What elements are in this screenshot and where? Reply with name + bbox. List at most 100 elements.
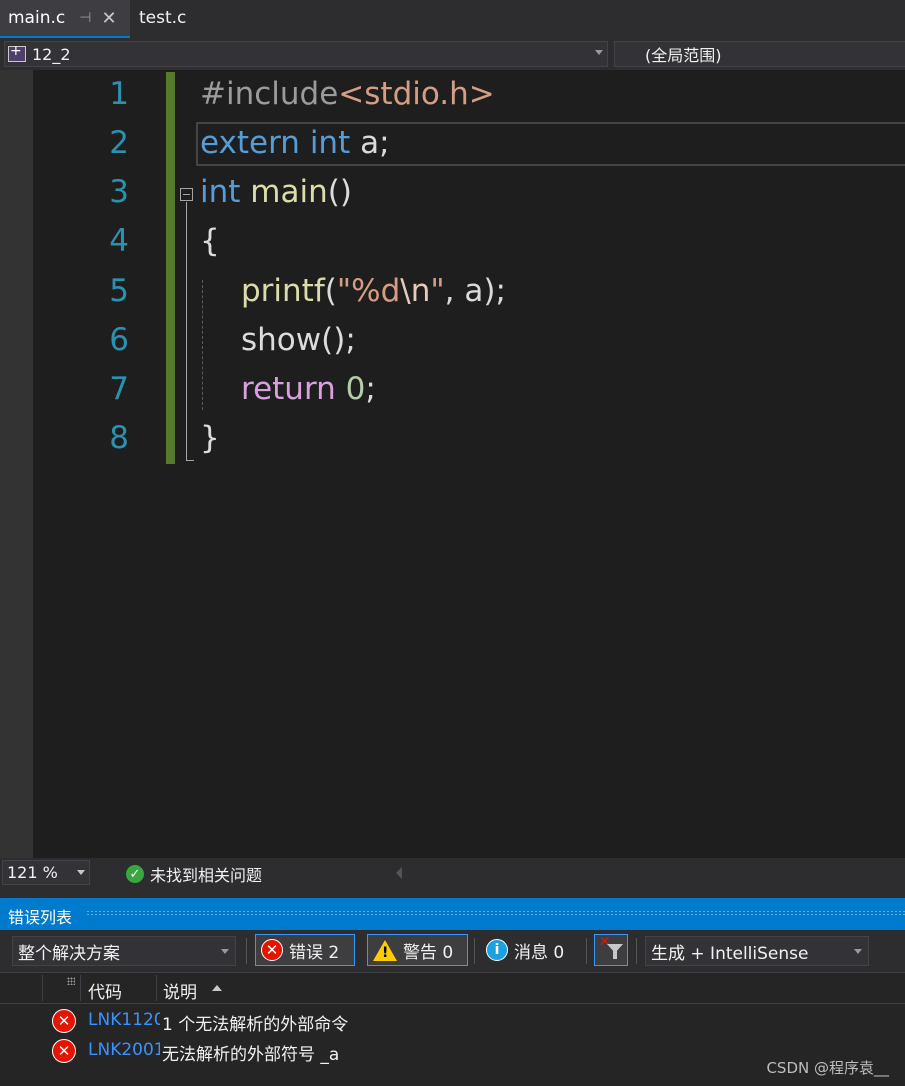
error-list-rows: ✕ LNK1120 1 个无法解析的外部命令 ✕ LNK2001 无法解析的外部… bbox=[0, 1004, 905, 1086]
error-icon: ✕ bbox=[261, 939, 283, 961]
code-line-7: return 0; bbox=[241, 371, 376, 407]
scroll-left-icon[interactable] bbox=[396, 867, 402, 879]
keyword: extern bbox=[200, 125, 300, 161]
error-code[interactable]: LNK2001 bbox=[88, 1040, 160, 1060]
warnings-label: 警告 0 bbox=[403, 942, 454, 963]
messages-filter-button[interactable]: i 消息 0 bbox=[480, 934, 580, 966]
string-literal: "%d bbox=[336, 273, 401, 309]
toolbar-separator bbox=[246, 938, 247, 964]
warning-icon: ! bbox=[373, 939, 397, 961]
error-icon: ✕ bbox=[52, 1009, 76, 1033]
code-text: show bbox=[241, 322, 322, 358]
error-list-header: 错误列表 bbox=[0, 898, 905, 930]
code-text: a; bbox=[350, 125, 390, 161]
tab-label: test.c bbox=[139, 8, 187, 28]
issues-text: 未找到相关问题 bbox=[150, 866, 263, 885]
control-keyword: return bbox=[241, 371, 336, 407]
code-text: ( bbox=[324, 273, 337, 309]
code-line-5: printf("%d\n", a); bbox=[241, 273, 506, 309]
sort-ascending-icon bbox=[212, 985, 222, 991]
error-code[interactable]: LNK1120 bbox=[88, 1010, 160, 1030]
line-number: 2 bbox=[109, 125, 129, 161]
collapse-icon[interactable] bbox=[180, 188, 193, 201]
line-number: 8 bbox=[109, 420, 129, 456]
code-line-6: show(); bbox=[241, 322, 356, 358]
project-name: 12_2 bbox=[32, 44, 71, 64]
keyword: int bbox=[309, 125, 351, 161]
code-text: ; bbox=[365, 371, 376, 407]
code-text: () bbox=[327, 174, 352, 210]
chevron-down-icon[interactable] bbox=[77, 870, 85, 875]
filter-clear-icon: ✕ bbox=[597, 934, 625, 964]
project-dropdown[interactable]: 12_2 bbox=[4, 41, 608, 67]
build-source-dropdown[interactable]: 生成 + IntelliSense bbox=[645, 936, 869, 966]
scope-name: (全局范围) bbox=[645, 46, 722, 65]
error-list-toolbar: 整个解决方案 ✕ 错误 2 ! 警告 0 i 消息 0 ✕ 生成 + Intel… bbox=[0, 930, 905, 972]
column-separator bbox=[80, 975, 81, 1001]
chevron-down-icon[interactable] bbox=[595, 50, 603, 55]
errors-filter-button[interactable]: ✕ 错误 2 bbox=[255, 934, 355, 966]
error-list-column-header: 代码 说明 bbox=[0, 972, 905, 1004]
code-editor[interactable]: 1 2 3 4 5 6 7 8 #include<stdio.h> extern… bbox=[0, 70, 905, 858]
scope-filter-dropdown[interactable]: 整个解决方案 bbox=[12, 936, 236, 966]
zoom-level: 121 % bbox=[7, 863, 58, 882]
line-number: 4 bbox=[109, 223, 129, 259]
close-icon[interactable]: ✕ bbox=[101, 8, 116, 29]
line-number: 1 bbox=[109, 76, 129, 112]
error-icon: ✕ bbox=[52, 1039, 76, 1063]
issues-indicator[interactable]: ✓ 未找到相关问题 bbox=[126, 862, 262, 886]
zoom-dropdown[interactable]: 121 % bbox=[2, 860, 90, 885]
error-description: 1 个无法解析的外部命令 bbox=[162, 1015, 349, 1035]
indicator-margin bbox=[0, 70, 33, 858]
code-text: , a); bbox=[444, 273, 506, 309]
scope-filter-value: 整个解决方案 bbox=[18, 943, 120, 964]
code-text: } bbox=[200, 420, 220, 456]
indent-guide bbox=[202, 280, 203, 410]
chevron-down-icon[interactable] bbox=[854, 949, 862, 954]
document-tab-bar: main.c ⊣ ✕ test.c bbox=[0, 0, 905, 38]
clear-filter-button[interactable]: ✕ bbox=[594, 934, 628, 966]
include-header: <stdio.h> bbox=[338, 76, 495, 112]
toolbar-separator bbox=[636, 938, 637, 964]
column-separator bbox=[156, 975, 157, 1001]
outline-line bbox=[186, 202, 187, 460]
pin-icon[interactable]: ⊣ bbox=[79, 10, 91, 26]
line-number: 7 bbox=[109, 371, 129, 407]
column-separator bbox=[42, 975, 43, 1001]
tab-label: main.c bbox=[8, 8, 66, 28]
code-line-1: #include<stdio.h> bbox=[200, 76, 495, 112]
watermark: CSDN @程序袁__ bbox=[766, 1059, 889, 1077]
column-chooser-icon[interactable] bbox=[67, 977, 75, 985]
string-literal: " bbox=[430, 273, 445, 309]
column-header-description[interactable]: 说明 bbox=[163, 978, 197, 1003]
build-source-value: 生成 + IntelliSense bbox=[651, 943, 809, 964]
code-line-3: int main() bbox=[200, 174, 352, 210]
line-number: 5 bbox=[109, 273, 129, 309]
check-icon: ✓ bbox=[126, 865, 144, 883]
table-row[interactable]: ✕ LNK1120 1 个无法解析的外部命令 bbox=[0, 1006, 905, 1036]
column-header-code[interactable]: 代码 bbox=[88, 978, 122, 1003]
drag-grip[interactable] bbox=[86, 910, 905, 916]
number-literal: 0 bbox=[345, 371, 366, 407]
code-text: (); bbox=[321, 322, 356, 358]
errors-label: 错误 2 bbox=[289, 942, 340, 963]
panel-title: 错误列表 bbox=[8, 908, 73, 927]
change-tracking-bar bbox=[166, 72, 175, 464]
warnings-filter-button[interactable]: ! 警告 0 bbox=[367, 934, 468, 966]
toolbar-separator bbox=[586, 938, 587, 964]
keyword: int bbox=[200, 174, 241, 210]
escape-sequence: \n bbox=[400, 273, 431, 309]
chevron-down-icon[interactable] bbox=[221, 949, 229, 954]
function-name: printf bbox=[241, 273, 325, 309]
tab-main-c[interactable]: main.c ⊣ ✕ bbox=[0, 0, 130, 38]
outline-end bbox=[186, 460, 194, 461]
project-icon bbox=[8, 43, 26, 62]
code-line-4: { bbox=[200, 223, 220, 259]
line-number: 3 bbox=[109, 174, 129, 210]
tab-test-c[interactable]: test.c bbox=[132, 0, 186, 36]
code-line-2: extern int a; bbox=[200, 125, 390, 161]
code-text: { bbox=[200, 223, 220, 259]
line-number: 6 bbox=[109, 322, 129, 358]
info-icon: i bbox=[486, 939, 508, 961]
scope-dropdown[interactable]: (全局范围) bbox=[614, 41, 905, 67]
